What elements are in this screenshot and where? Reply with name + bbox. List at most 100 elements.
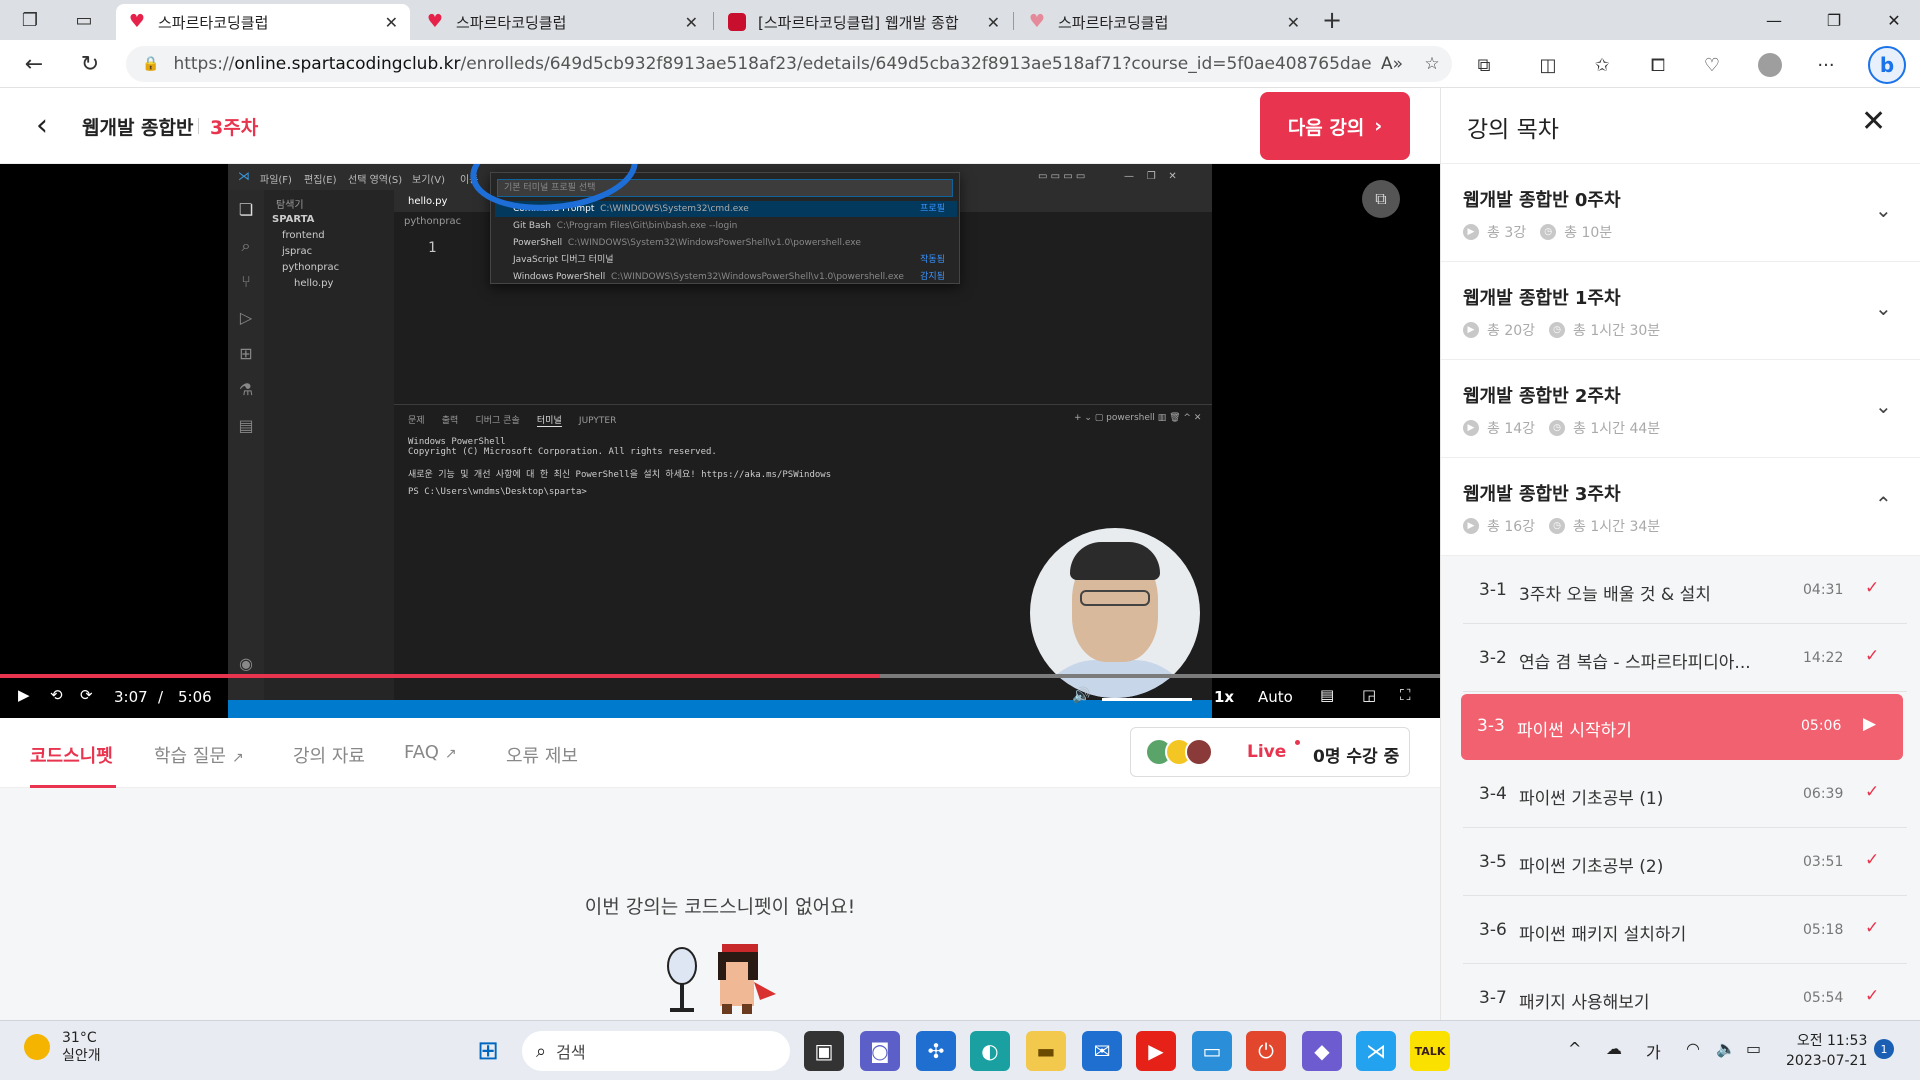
picture-in-picture-icon[interactable]: ⧉ [1362, 180, 1400, 218]
subtitles-icon[interactable]: ▤ [1320, 686, 1334, 704]
lesson-item[interactable]: 3-5 파이썬 기초공부 (2) 03:51 ✓ [1463, 830, 1907, 896]
url-host: online.spartacodingclub.kr [234, 54, 461, 74]
lesson-item-active[interactable]: 3-3 파이썬 시작하기 05:06 ▶ [1461, 694, 1903, 760]
browser-tab[interactable]: ♥ 스파르타코딩클럽 ✕ [414, 4, 710, 40]
vscode-taskbar-icon[interactable]: ⋊ [1356, 1031, 1396, 1071]
youtube-icon[interactable]: ▶ [1136, 1031, 1176, 1071]
lesson-item[interactable]: 3-6 파이썬 패키지 설치하기 05:18 ✓ [1463, 898, 1907, 964]
power-app-icon[interactable]: ⏻ [1246, 1031, 1286, 1071]
notification-badge[interactable]: 1 [1874, 1039, 1894, 1059]
bing-copilot-icon[interactable]: b [1868, 46, 1906, 84]
start-windows-icon[interactable]: ⊞ [468, 1031, 508, 1071]
extensions-icon: ⊞ [239, 344, 253, 363]
lesson-item[interactable]: 3-1 3주차 오늘 배울 것 & 설치 04:31 ✓ [1463, 558, 1907, 624]
app-icon[interactable]: ✣ [916, 1031, 956, 1071]
browser-tab[interactable]: [스파르타코딩클럽] 웹개발 종합 ✕ [716, 4, 1012, 40]
copilot-app-icon[interactable]: ◆ [1302, 1031, 1342, 1071]
close-tab-icon[interactable]: ✕ [685, 13, 698, 32]
edge-browser-icon[interactable]: ◐ [970, 1031, 1010, 1071]
chevron-down-icon: ⌄ [1875, 198, 1892, 222]
week-title: 웹개발 종합반 1주차 [1463, 288, 1621, 309]
tray-overflow-icon[interactable]: ^ [1568, 1039, 1581, 1058]
url-bar[interactable]: 🔒 https://online.spartacodingclub.kr/enr… [126, 46, 1452, 82]
profile-avatar[interactable] [1752, 50, 1788, 80]
vscode-logo-icon: ⋊ [238, 169, 250, 183]
close-tab-icon[interactable]: ✕ [987, 13, 1000, 32]
volume-slider[interactable] [1102, 698, 1192, 701]
play-icon[interactable]: ▶ [18, 686, 30, 704]
more-menu-icon[interactable]: ··· [1808, 50, 1844, 80]
close-icon[interactable]: ✕ [1861, 104, 1886, 139]
task-view-icon[interactable]: ▣ [804, 1031, 844, 1071]
favorites-icon[interactable]: ✩ [1584, 50, 1620, 80]
editor-breadcrumb: pythonprac [404, 216, 462, 227]
minimize-icon[interactable]: — [1744, 0, 1804, 40]
tab-code-snippet[interactable]: 코드스니펫 [30, 742, 113, 768]
close-window-icon[interactable]: ✕ [1864, 0, 1920, 40]
battery-icon[interactable]: ▭ [1746, 1039, 1761, 1058]
forward-10-icon[interactable]: ⟳ [80, 686, 93, 704]
rewind-10-icon[interactable]: ⟲ [50, 686, 63, 704]
close-tab-icon[interactable]: ✕ [1287, 13, 1300, 32]
ime-indicator[interactable]: 가 [1646, 1039, 1661, 1063]
workspaces-icon[interactable]: ❐ [8, 0, 52, 40]
mini-player-icon[interactable]: ◲ [1362, 686, 1376, 704]
next-lecture-button[interactable]: 다음 강의 › [1260, 92, 1410, 160]
taskbar-search[interactable]: ⌕ 검색 [522, 1031, 790, 1071]
video-player[interactable]: ⋊ 파일(F) 편집(E) 선택 영역(S) 보기(V) 이동 ▭ ▭ ▭ ▭ … [0, 164, 1440, 718]
refresh-icon[interactable]: ↻ [72, 48, 108, 80]
quality-button[interactable]: Auto [1258, 688, 1293, 706]
course-toc-sidebar: 강의 목차 ✕ 웹개발 종합반 0주차 ▶ 총 3강 ◷ 총 10분 ⌄ 웹개발 종합… [1440, 88, 1920, 1020]
speed-button[interactable]: 1x [1214, 688, 1234, 706]
quick-pick-row-path: C:\WINDOWS\System32\cmd.exe [600, 204, 749, 214]
testing-icon: ⚗ [238, 380, 254, 399]
tab-faq[interactable]: FAQ ↗ [404, 742, 457, 763]
volume-icon[interactable]: 🔊 [1072, 686, 1091, 704]
lesson-item[interactable]: 3-2 연습 겸 복습 - 스파르타피디아... 14:22 ✓ [1463, 626, 1907, 692]
weather-widget[interactable]: 31°C 실안개 [24, 1029, 101, 1065]
week-section-3[interactable]: 웹개발 종합반 3주차 ▶ 총 16강 ◷ 총 1시간 34분 ⌃ [1441, 458, 1920, 556]
back-chevron-icon[interactable]: ‹ [36, 108, 48, 143]
week-section-1[interactable]: 웹개발 종합반 1주차 ▶ 총 20강 ◷ 총 1시간 30분 ⌄ [1441, 262, 1920, 360]
vscode-layout-icons: ▭ ▭ ▭ ▭ [1038, 171, 1086, 182]
lesson-item[interactable]: 3-7 패키지 사용해보기 05:54 ✓ [1463, 966, 1907, 1020]
restore-icon[interactable]: ❐ [1804, 0, 1864, 40]
split-screen-icon[interactable]: ◫ [1530, 50, 1566, 80]
snippet-content: 이번 강의는 코드스니펫이 없어요! [0, 788, 1440, 1020]
heart-icon: ♥ [426, 11, 444, 32]
kakaotalk-icon[interactable]: TALK [1410, 1031, 1450, 1071]
tab-actions-icon[interactable]: ▭ [62, 0, 106, 40]
url-text[interactable]: https://online.spartacodingclub.kr/enrol… [173, 54, 1372, 74]
browser-tab[interactable]: ♥ 스파르타코딩클럽 ✕ [1016, 4, 1312, 40]
chat-icon[interactable]: ◙ [860, 1031, 900, 1071]
fullscreen-icon[interactable]: ⛶ [1400, 686, 1411, 704]
tab-questions[interactable]: 학습 질문 ↗ [154, 742, 244, 768]
speaker-icon[interactable]: 🔈 [1716, 1039, 1736, 1058]
tray-app-icon[interactable]: ☁ [1606, 1039, 1622, 1058]
mascot-illustration [667, 944, 776, 1014]
tab-materials[interactable]: 강의 자료 [293, 742, 365, 768]
extensions-icon[interactable]: ⧉ [1466, 50, 1502, 80]
browser-essentials-icon[interactable]: ♡ [1694, 50, 1730, 80]
wifi-icon[interactable]: ◠ [1686, 1039, 1700, 1058]
webcam-hair [1070, 542, 1160, 580]
lesson-item[interactable]: 3-4 파이썬 기초공부 (1) 06:39 ✓ [1463, 762, 1907, 828]
read-aloud-icon[interactable]: A» [1372, 54, 1412, 74]
browser-tab[interactable]: ♥ 스파르타코딩클럽 ✕ [116, 4, 410, 40]
lesson-title: 파이썬 시작하기 [1517, 721, 1632, 741]
mail-icon[interactable]: ✉ [1082, 1031, 1122, 1071]
clock[interactable]: 오전 11:53 2023-07-21 [1786, 1031, 1867, 1071]
collections-icon[interactable]: ⧠ [1640, 50, 1676, 80]
week-section-0[interactable]: 웹개발 종합반 0주차 ▶ 총 3강 ◷ 총 10분 ⌄ [1441, 164, 1920, 262]
tab-report-error[interactable]: 오류 제보 [506, 742, 578, 768]
lesson-duration: 05:18 [1803, 922, 1844, 938]
favorite-star-icon[interactable]: ☆ [1412, 54, 1452, 74]
remote-desktop-icon[interactable]: ▭ [1192, 1031, 1232, 1071]
back-arrow-icon[interactable]: ← [16, 48, 52, 80]
file-explorer-icon[interactable]: ▬ [1026, 1031, 1066, 1071]
new-tab-icon[interactable]: + [1310, 0, 1354, 40]
week-section-2[interactable]: 웹개발 종합반 2주차 ▶ 총 14강 ◷ 총 1시간 44분 ⌄ [1441, 360, 1920, 458]
lesson-count-text: 총 14강 [1487, 421, 1536, 437]
search-icon: ⌕ [241, 236, 251, 255]
close-tab-icon[interactable]: ✕ [385, 13, 398, 32]
